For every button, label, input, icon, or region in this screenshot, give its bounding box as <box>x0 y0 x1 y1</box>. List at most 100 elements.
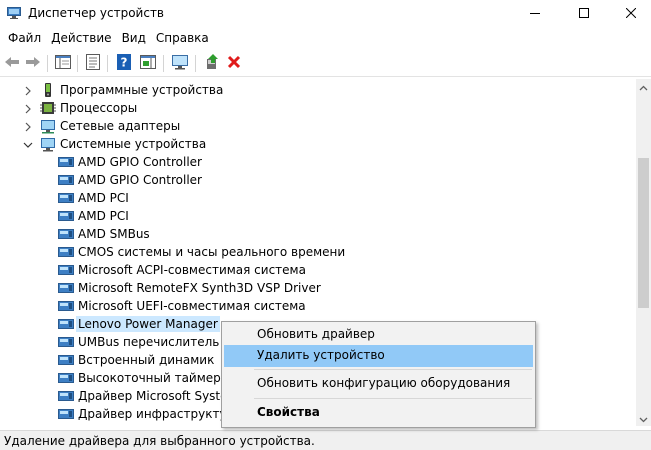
device-label: Встроенный динамик <box>78 353 215 367</box>
system-device-icon <box>58 190 74 206</box>
close-icon <box>625 7 637 21</box>
device-label: Драйвер Microsoft System <box>78 389 240 403</box>
menu-help[interactable]: Справка <box>151 28 214 48</box>
menu-item-scan-hardware[interactable]: Обновить конфигурацию оборудования <box>224 373 533 395</box>
device-label: Высокоточный таймер со <box>78 371 239 385</box>
menu-separator <box>254 398 532 399</box>
tree-device[interactable]: AMD PCI <box>0 207 636 225</box>
tree-device[interactable]: AMD GPIO Controller <box>0 171 636 189</box>
device-label: AMD GPIO Controller <box>78 173 202 187</box>
system-device-icon <box>58 262 74 278</box>
svg-text:?: ? <box>121 55 128 69</box>
chevron-down-icon <box>639 412 648 426</box>
title-bar: Диспетчер устройств <box>0 0 651 28</box>
scan-hardware-button[interactable] <box>170 53 190 73</box>
forward-arrow-icon <box>25 55 41 72</box>
tree-category-system[interactable]: Системные устройства <box>0 135 636 153</box>
tree-device[interactable]: AMD GPIO Controller <box>0 153 636 171</box>
category-label: Процессоры <box>60 101 138 115</box>
system-device-icon <box>58 280 74 296</box>
chevron-right-icon[interactable] <box>23 121 33 132</box>
menu-item-properties[interactable]: Свойства <box>224 402 533 424</box>
menu-view[interactable]: Вид <box>117 28 151 48</box>
chevron-up-icon <box>639 80 648 94</box>
toolbar-separator <box>107 55 108 72</box>
tree-device[interactable]: CMOS системы и часы реального времени <box>0 243 636 261</box>
scroll-thumb[interactable] <box>638 158 649 308</box>
update-driver-button[interactable] <box>202 53 222 73</box>
tree-device[interactable]: Microsoft RemoteFX Synth3D VSP Driver <box>0 279 636 297</box>
chevron-right-icon[interactable] <box>23 85 33 96</box>
maximize-icon <box>579 7 589 21</box>
tree-device[interactable]: AMD SMBus <box>0 225 636 243</box>
show-hide-tree-button[interactable] <box>53 53 73 73</box>
menu-item-update-driver[interactable]: Обновить драйвер <box>224 324 533 346</box>
help-button[interactable]: ? <box>114 53 134 73</box>
properties-button[interactable] <box>83 53 103 73</box>
back-button[interactable] <box>2 53 22 73</box>
window-title: Диспетчер устройств <box>28 6 165 20</box>
scroll-up-button[interactable] <box>636 79 651 94</box>
system-device-icon <box>58 370 74 386</box>
action-pane-button[interactable] <box>138 53 158 73</box>
device-label: AMD PCI <box>78 191 129 205</box>
toolbar: ? <box>0 50 651 77</box>
system-device-icon <box>58 154 74 170</box>
forward-button[interactable] <box>23 53 43 73</box>
menu-item-label: Обновить конфигурацию оборудования <box>257 376 511 390</box>
category-label: Системные устройства <box>60 137 207 151</box>
device-label: Microsoft ACPI-совместимая система <box>78 263 306 277</box>
system-device-icon <box>58 244 74 260</box>
category-label: Сетевые адаптеры <box>60 119 181 133</box>
system-device-icon <box>58 388 74 404</box>
device-label: Lenovo Power Manager <box>76 316 220 332</box>
tree-category-software[interactable]: Программные устройства <box>0 81 636 99</box>
status-bar: Удаление драйвера для выбранного устройс… <box>0 430 651 450</box>
uninstall-button[interactable] <box>224 53 244 73</box>
menu-item-label: Удалить устройство <box>257 348 385 362</box>
menu-item-label: Свойства <box>257 405 320 419</box>
uninstall-icon <box>227 55 241 72</box>
menu-item-uninstall-device[interactable]: Удалить устройство <box>224 345 533 367</box>
system-device-icon <box>58 208 74 224</box>
device-label: AMD GPIO Controller <box>78 155 202 169</box>
tree-category-processors[interactable]: Процессоры <box>0 99 636 117</box>
device-label: Microsoft RemoteFX Synth3D VSP Driver <box>78 281 321 295</box>
scan-hardware-icon <box>171 54 189 73</box>
category-label: Программные устройства <box>60 83 224 97</box>
device-manager-icon <box>7 7 21 19</box>
chevron-down-icon[interactable] <box>23 139 33 149</box>
back-arrow-icon <box>4 55 20 72</box>
software-device-icon <box>40 82 56 98</box>
system-device-icon <box>58 334 74 350</box>
update-driver-icon <box>204 53 220 73</box>
show-hide-tree-icon <box>55 54 71 72</box>
menu-separator <box>254 369 532 370</box>
close-button[interactable] <box>608 0 651 28</box>
chevron-right-icon[interactable] <box>23 103 33 114</box>
maximize-button[interactable] <box>561 0 607 28</box>
system-device-icon <box>58 406 74 422</box>
context-menu: Обновить драйвер Удалить устройство Обно… <box>221 321 536 428</box>
menu-bar: Файл Действие Вид Справка <box>0 28 651 48</box>
tree-device[interactable]: Microsoft ACPI-совместимая система <box>0 261 636 279</box>
system-device-icon <box>58 316 74 332</box>
tree-device[interactable]: AMD PCI <box>0 189 636 207</box>
system-device-icon <box>58 298 74 314</box>
system-device-icon <box>40 136 56 152</box>
menu-file[interactable]: Файл <box>3 28 46 48</box>
device-label: Microsoft UEFI-совместимая система <box>78 299 306 313</box>
vertical-scrollbar[interactable] <box>636 79 651 426</box>
minimize-button[interactable] <box>512 0 558 28</box>
network-adapter-icon <box>40 118 56 134</box>
device-label: CMOS системы и часы реального времени <box>78 245 346 259</box>
action-pane-icon <box>140 54 156 72</box>
help-icon: ? <box>117 53 131 73</box>
menu-action[interactable]: Действие <box>46 28 116 48</box>
tree-device[interactable]: Microsoft UEFI-совместимая система <box>0 297 636 315</box>
tree-category-network[interactable]: Сетевые адаптеры <box>0 117 636 135</box>
processor-icon <box>40 100 56 116</box>
scroll-down-button[interactable] <box>636 411 651 426</box>
device-label: AMD SMBus <box>78 227 150 241</box>
menu-item-label: Обновить драйвер <box>257 327 375 341</box>
